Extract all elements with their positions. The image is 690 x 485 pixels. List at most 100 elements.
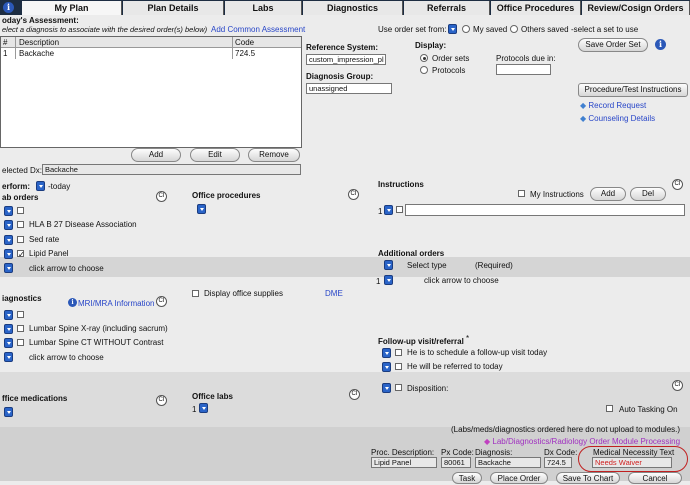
ci-icon[interactable]: CI <box>672 380 683 391</box>
ci-icon[interactable]: CI <box>672 179 683 190</box>
dme-link[interactable]: DME <box>325 289 343 298</box>
edit-assessment-button[interactable]: Edit <box>190 148 240 162</box>
diag-item-label: Lumbar Spine X-ray (including sacrum) <box>29 324 168 333</box>
followup-checkbox[interactable] <box>395 349 402 356</box>
followup-item-label: He is to schedule a follow-up visit toda… <box>407 348 548 357</box>
tab-review-cosign[interactable]: Review/Cosign Orders <box>582 1 690 15</box>
ci-icon[interactable]: CI <box>156 395 167 406</box>
display-supplies-label: Display office supplies <box>204 289 284 298</box>
auto-tasking-checkbox[interactable] <box>606 405 613 412</box>
assessment-table: # Description Code 1 Backache 724.5 <box>0 36 302 148</box>
add-common-assessment-link[interactable]: Add Common Assessment <box>211 25 305 34</box>
diag-item-dropdown[interactable] <box>4 324 13 334</box>
additional-order-dropdown[interactable] <box>384 275 393 285</box>
lab-item-dropdown[interactable] <box>4 263 13 273</box>
place-order-button[interactable]: Place Order <box>490 472 548 484</box>
order-set-source-dropdown[interactable] <box>448 24 457 34</box>
reference-system-label: Reference System: <box>306 43 379 52</box>
office-labs-title: Office labs <box>192 392 233 401</box>
delete-instruction-button[interactable]: Del <box>630 187 666 201</box>
column-header: # <box>3 38 8 47</box>
module-processing-link[interactable]: ◆ Lab/Diagnostics/Radiology Order Module… <box>484 437 680 446</box>
order-sets-radio[interactable] <box>420 54 428 62</box>
followup-dropdown[interactable] <box>382 348 391 358</box>
additional-orders-title: Additional orders <box>378 249 445 258</box>
add-instruction-button[interactable]: Add <box>590 187 626 201</box>
diag-item-checkbox[interactable] <box>17 339 24 346</box>
procedure-test-instructions-button[interactable]: Procedure/Test Instructions <box>578 83 688 97</box>
counseling-details-link[interactable]: ◆ Counseling Details <box>580 114 655 123</box>
protocols-label: Protocols <box>432 66 466 75</box>
ci-icon[interactable]: CI <box>156 191 167 202</box>
lab-item-dropdown[interactable] <box>4 235 13 245</box>
protocols-due-field[interactable] <box>496 64 551 75</box>
lab-item-dropdown[interactable] <box>4 206 13 216</box>
office-labs-dropdown[interactable] <box>199 403 208 413</box>
followup-dropdown[interactable] <box>382 362 391 372</box>
lab-item-label: Lipid Panel <box>29 249 69 258</box>
tab-labs[interactable]: Labs <box>225 1 302 15</box>
diagnostics-title: iagnostics <box>2 294 42 303</box>
perform-dropdown[interactable] <box>36 181 45 191</box>
lab-item-checkbox[interactable] <box>17 207 24 214</box>
office-procedures-dropdown[interactable] <box>197 204 206 214</box>
tab-office-procedures[interactable]: Office Procedures <box>491 1 581 15</box>
mri-info-link[interactable]: MRI/MRA Information <box>78 299 154 308</box>
diag-item-checkbox[interactable] <box>17 311 24 318</box>
remove-assessment-button[interactable]: Remove <box>248 148 300 162</box>
lab-item-checkbox-checked[interactable]: ✓ <box>17 250 25 259</box>
office-medications-dropdown[interactable] <box>4 407 13 417</box>
disposition-checkbox[interactable] <box>395 384 402 391</box>
table-cell[interactable]: Backache <box>19 49 54 58</box>
my-saved-radio[interactable] <box>462 25 470 33</box>
table-cell[interactable]: 1 <box>3 49 7 58</box>
add-assessment-button[interactable]: Add <box>131 148 181 162</box>
assessment-title: oday's Assessment: <box>2 16 79 25</box>
display-supplies-checkbox[interactable] <box>192 290 199 297</box>
info-icon[interactable]: i <box>68 298 77 307</box>
info-icon[interactable]: i <box>3 2 14 13</box>
ci-icon[interactable]: CI <box>349 389 360 400</box>
my-saved-label: My saved <box>473 25 508 34</box>
select-type-label: Select type <box>407 261 447 270</box>
my-instructions-checkbox[interactable] <box>518 190 525 197</box>
disposition-dropdown[interactable] <box>382 383 391 393</box>
footer-header: Px Code: <box>441 448 474 457</box>
tab-referrals[interactable]: Referrals <box>404 1 490 15</box>
instructions-dropdown[interactable] <box>384 205 393 215</box>
tab-my-plan[interactable]: My Plan <box>22 1 122 15</box>
band <box>0 372 690 427</box>
footer-header: Dx Code: <box>544 448 578 457</box>
diagnosis-field: Backache <box>475 457 541 468</box>
table-cell[interactable]: 724.5 <box>235 49 255 58</box>
reference-system-field[interactable]: custom_impression_pl <box>306 54 386 65</box>
column-header: Code <box>235 38 255 47</box>
ci-icon[interactable]: CI <box>348 189 359 200</box>
diag-item-checkbox[interactable] <box>17 325 24 332</box>
diag-item-dropdown[interactable] <box>4 352 13 362</box>
cancel-button[interactable]: Cancel <box>628 472 682 484</box>
diag-item-dropdown[interactable] <box>4 310 13 320</box>
save-to-chart-button[interactable]: Save To Chart <box>556 472 620 484</box>
diagnosis-group-field[interactable]: unassigned <box>306 83 392 94</box>
info-icon[interactable]: i <box>655 39 666 50</box>
instructions-checkbox[interactable] <box>396 206 403 213</box>
selected-dx-field: Backache <box>42 164 301 175</box>
lab-item-dropdown[interactable] <box>4 220 13 230</box>
diag-item-dropdown[interactable] <box>4 338 13 348</box>
instructions-field[interactable] <box>405 204 685 216</box>
lab-item-dropdown[interactable] <box>4 249 13 259</box>
save-order-set-button[interactable]: Save Order Set <box>578 38 648 52</box>
ci-icon[interactable]: CI <box>156 296 167 307</box>
task-button[interactable]: Task <box>452 472 482 484</box>
selected-dx-label: elected Dx: <box>2 166 43 175</box>
others-saved-radio[interactable] <box>510 25 518 33</box>
lab-item-checkbox[interactable] <box>17 236 24 243</box>
additional-type-dropdown[interactable] <box>384 260 393 270</box>
protocols-radio[interactable] <box>420 66 428 74</box>
tab-diagnostics[interactable]: Diagnostics <box>303 1 403 15</box>
lab-item-checkbox[interactable] <box>17 221 24 228</box>
tab-plan-details[interactable]: Plan Details <box>123 1 224 15</box>
followup-checkbox[interactable] <box>395 363 402 370</box>
record-request-link[interactable]: ◆ Record Request <box>580 101 646 110</box>
